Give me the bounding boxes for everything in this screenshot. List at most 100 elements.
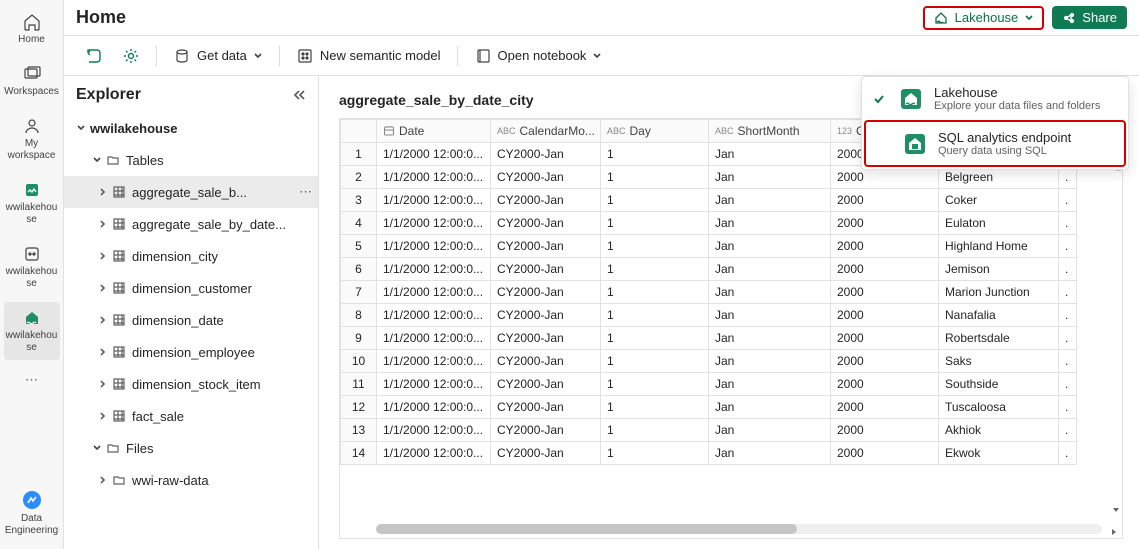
column-header[interactable]: ABCDay <box>601 120 709 143</box>
data-cell[interactable]: Ekwok <box>939 442 1059 465</box>
data-cell[interactable]: Eulaton <box>939 212 1059 235</box>
data-cell[interactable]: Jan <box>709 166 831 189</box>
data-cell[interactable]: Jan <box>709 258 831 281</box>
data-cell[interactable]: CY2000-Jan <box>491 327 601 350</box>
data-cell[interactable]: 1 <box>601 350 709 373</box>
data-cell[interactable]: 1 <box>601 235 709 258</box>
tree-table-item[interactable]: fact_sale <box>64 400 318 432</box>
data-cell[interactable]: 2000 <box>831 396 939 419</box>
open-notebook-button[interactable]: Open notebook <box>466 43 611 69</box>
data-cell[interactable]: Jan <box>709 373 831 396</box>
data-cell[interactable]: Jan <box>709 235 831 258</box>
leftrail-more[interactable]: ⋯ <box>25 366 38 394</box>
table-row[interactable]: 141/1/2000 12:00:0...CY2000-Jan1Jan2000E… <box>341 442 1077 465</box>
data-cell[interactable]: Jan <box>709 304 831 327</box>
horizontal-scrollbar-track[interactable] <box>376 524 1102 534</box>
data-cell[interactable]: 1 <box>601 189 709 212</box>
data-cell[interactable]: CY2000-Jan <box>491 189 601 212</box>
data-grid[interactable]: DateABCCalendarMo...ABCDayABCShortMonth1… <box>339 118 1123 539</box>
settings-tool[interactable] <box>114 43 148 69</box>
column-header[interactable]: ABCCalendarMo... <box>491 120 601 143</box>
data-cell[interactable]: 2000 <box>831 281 939 304</box>
data-cell[interactable]: CY2000-Jan <box>491 304 601 327</box>
table-row[interactable]: 71/1/2000 12:00:0...CY2000-Jan1Jan2000Ma… <box>341 281 1077 304</box>
tree-table-item[interactable]: dimension_city <box>64 240 318 272</box>
data-cell[interactable]: 2000 <box>831 189 939 212</box>
data-cell[interactable]: Jan <box>709 189 831 212</box>
table-row[interactable]: 61/1/2000 12:00:0...CY2000-Jan1Jan2000Je… <box>341 258 1077 281</box>
tree-table-item[interactable]: aggregate_sale_b...⋯ <box>64 176 318 208</box>
leftrail-home[interactable]: Home <box>4 6 60 52</box>
data-cell[interactable]: CY2000-Jan <box>491 350 601 373</box>
data-cell[interactable]: 1/1/2000 12:00:0... <box>377 327 491 350</box>
leftrail-workspaces[interactable]: Workspaces <box>4 58 60 104</box>
data-cell[interactable]: CY2000-Jan <box>491 396 601 419</box>
data-cell[interactable]: CY2000-Jan <box>491 442 601 465</box>
data-cell[interactable]: Jan <box>709 442 831 465</box>
table-row[interactable]: 51/1/2000 12:00:0...CY2000-Jan1Jan2000Hi… <box>341 235 1077 258</box>
data-cell[interactable]: 1/1/2000 12:00:0... <box>377 442 491 465</box>
table-row[interactable]: 31/1/2000 12:00:0...CY2000-Jan1Jan2000Co… <box>341 189 1077 212</box>
data-cell[interactable]: CY2000-Jan <box>491 235 601 258</box>
tree-table-item[interactable]: dimension_stock_item <box>64 368 318 400</box>
scroll-down-arrow[interactable] <box>1110 504 1122 516</box>
data-cell[interactable]: 2000 <box>831 304 939 327</box>
tree-table-item[interactable]: dimension_employee <box>64 336 318 368</box>
data-cell[interactable]: 1/1/2000 12:00:0... <box>377 419 491 442</box>
data-cell[interactable]: 1 <box>601 166 709 189</box>
data-cell[interactable]: 1/1/2000 12:00:0... <box>377 166 491 189</box>
data-cell[interactable]: 2000 <box>831 442 939 465</box>
data-cell[interactable]: Jan <box>709 396 831 419</box>
data-cell[interactable]: 2000 <box>831 327 939 350</box>
lakehouse-mode-dropdown[interactable]: Lakehouse <box>923 6 1045 30</box>
data-cell[interactable]: 1/1/2000 12:00:0... <box>377 373 491 396</box>
data-cell[interactable]: 1/1/2000 12:00:0... <box>377 258 491 281</box>
data-cell[interactable]: Coker <box>939 189 1059 212</box>
data-cell[interactable]: Jan <box>709 419 831 442</box>
data-cell[interactable]: CY2000-Jan <box>491 166 601 189</box>
data-cell[interactable]: 2000 <box>831 373 939 396</box>
tree-table-item[interactable]: dimension_customer <box>64 272 318 304</box>
data-cell[interactable]: 1 <box>601 419 709 442</box>
data-cell[interactable]: Jan <box>709 212 831 235</box>
horizontal-scrollbar[interactable] <box>376 524 797 534</box>
data-cell[interactable]: 1 <box>601 396 709 419</box>
collapse-explorer-button[interactable] <box>292 88 306 102</box>
data-cell[interactable]: Nanafalia <box>939 304 1059 327</box>
data-cell[interactable]: Jan <box>709 281 831 304</box>
data-cell[interactable]: 1 <box>601 373 709 396</box>
data-cell[interactable]: 1/1/2000 12:00:0... <box>377 235 491 258</box>
leftrail-lakehouse-3[interactable]: wwilakehouse <box>4 302 60 360</box>
share-button[interactable]: Share <box>1052 6 1127 29</box>
refresh-tool[interactable] <box>76 43 110 69</box>
data-cell[interactable]: Saks <box>939 350 1059 373</box>
scroll-right-arrow[interactable] <box>1110 528 1118 536</box>
data-cell[interactable]: 2000 <box>831 212 939 235</box>
data-cell[interactable]: Southside <box>939 373 1059 396</box>
tree-file-item[interactable]: wwi-raw-data <box>64 464 318 496</box>
tree-table-item[interactable]: dimension_date <box>64 304 318 336</box>
data-cell[interactable]: 1/1/2000 12:00:0... <box>377 281 491 304</box>
table-row[interactable]: 41/1/2000 12:00:0...CY2000-Jan1Jan2000Eu… <box>341 212 1077 235</box>
data-cell[interactable]: 1 <box>601 143 709 166</box>
data-cell[interactable]: 2000 <box>831 258 939 281</box>
data-cell[interactable]: CY2000-Jan <box>491 212 601 235</box>
table-row[interactable]: 121/1/2000 12:00:0...CY2000-Jan1Jan2000T… <box>341 396 1077 419</box>
data-cell[interactable]: Jemison <box>939 258 1059 281</box>
data-cell[interactable]: 1/1/2000 12:00:0... <box>377 350 491 373</box>
leftrail-lakehouse-2[interactable]: wwilakehouse <box>4 238 60 296</box>
data-cell[interactable]: Marion Junction <box>939 281 1059 304</box>
data-cell[interactable]: 1 <box>601 212 709 235</box>
table-row[interactable]: 131/1/2000 12:00:0...CY2000-Jan1Jan2000A… <box>341 419 1077 442</box>
data-cell[interactable]: CY2000-Jan <box>491 281 601 304</box>
data-cell[interactable]: 1/1/2000 12:00:0... <box>377 189 491 212</box>
data-cell[interactable]: CY2000-Jan <box>491 258 601 281</box>
leftrail-lakehouse-1[interactable]: wwilakehouse <box>4 174 60 232</box>
data-cell[interactable]: 2000 <box>831 419 939 442</box>
data-cell[interactable]: 1/1/2000 12:00:0... <box>377 304 491 327</box>
table-row[interactable]: 101/1/2000 12:00:0...CY2000-Jan1Jan2000S… <box>341 350 1077 373</box>
table-row[interactable]: 91/1/2000 12:00:0...CY2000-Jan1Jan2000Ro… <box>341 327 1077 350</box>
tree-root[interactable]: wwilakehouse <box>64 112 318 144</box>
new-semantic-model-button[interactable]: New semantic model <box>288 43 449 69</box>
data-cell[interactable]: CY2000-Jan <box>491 373 601 396</box>
